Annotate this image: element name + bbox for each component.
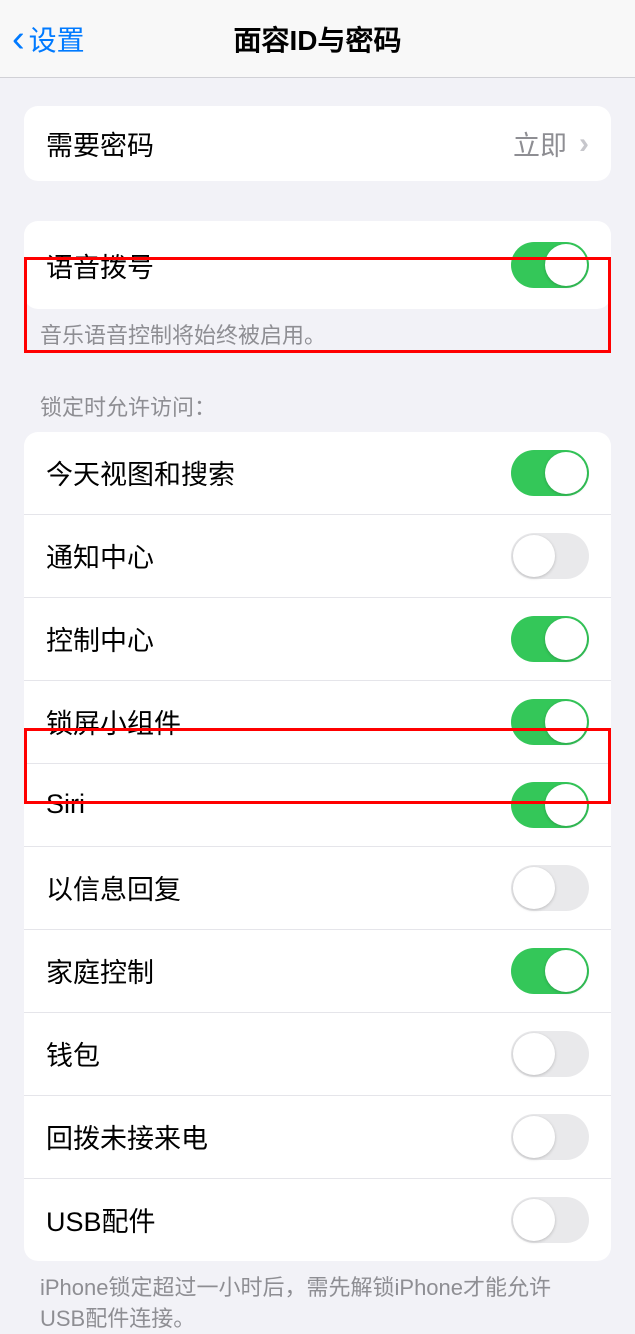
reply-message-label: 以信息回复 [46, 868, 181, 907]
return-missed-calls-label: 回拨未接来电 [46, 1117, 208, 1156]
control-center-toggle[interactable] [511, 616, 589, 662]
siri-row: Siri [24, 764, 611, 847]
notification-center-row: 通知中心 [24, 515, 611, 598]
usb-accessories-label: USB配件 [46, 1200, 156, 1239]
reply-message-row: 以信息回复 [24, 847, 611, 930]
page-title: 面容ID与密码 [233, 19, 401, 59]
today-view-toggle[interactable] [511, 450, 589, 496]
notification-center-label: 通知中心 [46, 536, 154, 575]
siri-label: Siri [46, 789, 85, 820]
usb-accessories-row: USB配件 [24, 1179, 611, 1261]
wallet-row: 钱包 [24, 1013, 611, 1096]
usb-accessories-toggle[interactable] [511, 1197, 589, 1243]
voice-dial-row: 语音拨号 [24, 221, 611, 309]
header-bar: ‹ 设置 面容ID与密码 [0, 0, 635, 78]
home-control-row: 家庭控制 [24, 930, 611, 1013]
control-center-row: 控制中心 [24, 598, 611, 681]
notification-center-toggle[interactable] [511, 533, 589, 579]
require-passcode-value: 立即 › [513, 124, 589, 163]
home-control-toggle[interactable] [511, 948, 589, 994]
chevron-right-icon: › [579, 127, 589, 161]
back-label: 设置 [29, 19, 85, 59]
lock-access-section: 今天视图和搜索 通知中心 控制中心 锁屏小组件 Siri 以信息回复 [24, 432, 611, 1261]
reply-message-toggle[interactable] [511, 865, 589, 911]
require-passcode-label: 需要密码 [46, 124, 154, 163]
home-control-label: 家庭控制 [46, 951, 154, 990]
voice-dial-section: 语音拨号 [24, 221, 611, 309]
lock-access-header: 锁定时允许访问： [0, 390, 635, 432]
wallet-label: 钱包 [46, 1034, 100, 1073]
lock-screen-widgets-toggle[interactable] [511, 699, 589, 745]
voice-dial-toggle[interactable] [511, 242, 589, 288]
usb-footer: iPhone锁定超过一小时后，需先解锁iPhone才能允许USB配件连接。 [0, 1261, 635, 1334]
voice-dial-label: 语音拨号 [46, 246, 154, 285]
back-button[interactable]: ‹ 设置 [0, 19, 85, 59]
return-missed-calls-toggle[interactable] [511, 1114, 589, 1160]
today-view-label: 今天视图和搜索 [46, 453, 235, 492]
voice-dial-footer: 音乐语音控制将始终被启用。 [0, 309, 635, 352]
chevron-left-icon: ‹ [12, 20, 25, 58]
today-view-row: 今天视图和搜索 [24, 432, 611, 515]
return-missed-calls-row: 回拨未接来电 [24, 1096, 611, 1179]
control-center-label: 控制中心 [46, 619, 154, 658]
siri-toggle[interactable] [511, 782, 589, 828]
require-passcode-row[interactable]: 需要密码 立即 › [24, 106, 611, 181]
toggle-knob [545, 244, 587, 286]
wallet-toggle[interactable] [511, 1031, 589, 1077]
lock-screen-widgets-row: 锁屏小组件 [24, 681, 611, 764]
passcode-section: 需要密码 立即 › [24, 106, 611, 181]
lock-screen-widgets-label: 锁屏小组件 [46, 702, 181, 741]
